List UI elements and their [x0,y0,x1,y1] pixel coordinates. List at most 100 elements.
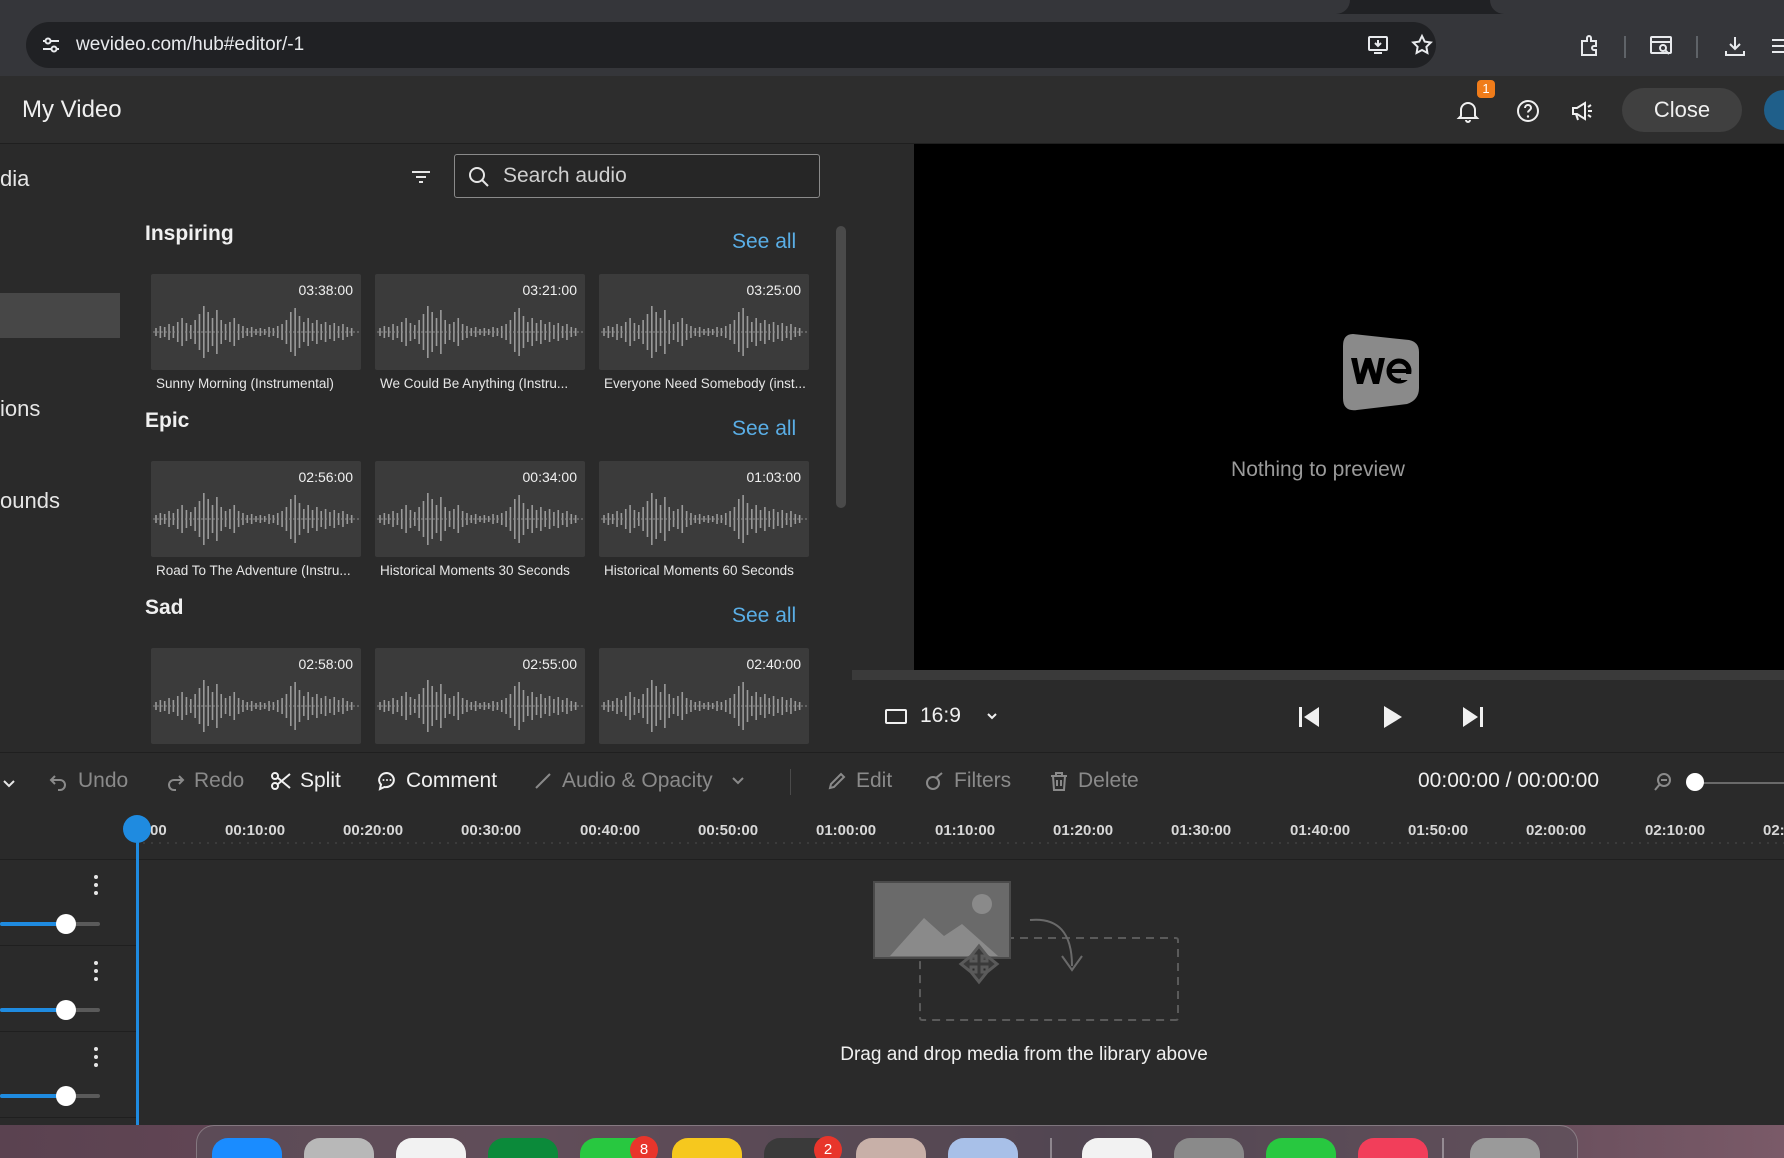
audio-thumbnail[interactable]: 01:03:00 [599,461,809,557]
facetime-app-icon[interactable] [1266,1138,1336,1158]
ruler-tick: 01:30:00 [1171,822,1232,839]
playhead-handle[interactable] [123,815,151,843]
split-button[interactable]: Split [270,769,341,793]
iphone-mirroring-app-icon[interactable] [856,1138,926,1158]
audio-card[interactable]: 02:55:00 [375,648,585,752]
audio-card[interactable]: 02:56:00 Road To The Adventure (Instru..… [151,461,361,581]
search-audio-box[interactable] [454,154,820,198]
app-icon[interactable] [1082,1138,1152,1158]
audio-card[interactable]: 02:40:00 [599,648,809,752]
tab-search-icon[interactable] [1648,33,1674,59]
install-app-icon[interactable] [1366,33,1390,57]
ruler-tick: 01:20:00 [1053,822,1114,839]
ruler-tick: 00:10:00 [225,822,286,839]
duration-label: 02:40:00 [746,656,802,672]
help-icon[interactable] [1515,98,1541,124]
skip-to-start-icon[interactable] [1294,702,1324,732]
audio-card[interactable]: 03:38:00 Sunny Morning (Instrumental) [151,274,361,394]
project-title[interactable]: My Video [22,96,122,124]
search-input[interactable] [503,155,803,197]
audio-thumbnail[interactable]: 03:25:00 [599,274,809,370]
chevron-down-icon[interactable] [2,779,16,789]
bookmark-star-icon[interactable] [1410,33,1434,57]
duration-label: 03:21:00 [522,282,578,298]
nav-item-active[interactable] [0,293,120,338]
waveform-icon [377,493,583,545]
browser-menu-icon[interactable] [1770,33,1784,59]
dock-divider [1442,1138,1444,1158]
downloads-icon[interactable] [1722,33,1748,59]
app-icon[interactable] [1174,1138,1244,1158]
zoom-out-icon[interactable] [1652,771,1674,793]
more-options-icon[interactable] [90,958,102,984]
see-all-sad-link[interactable]: See all [732,604,796,628]
filter-icon[interactable] [408,164,434,190]
comment-button[interactable]: Comment [376,769,497,793]
chevron-down-icon[interactable] [984,708,1000,724]
edit-label: Edit [856,769,893,792]
preview-app-icon[interactable] [948,1138,1018,1158]
redo-button[interactable]: Redo [164,769,244,793]
audio-card[interactable]: 01:03:00 Historical Moments 60 Seconds [599,461,809,581]
extensions-icon[interactable] [1576,33,1602,59]
volume-slider-handle[interactable] [56,914,76,934]
undo-button[interactable]: Undo [48,769,128,793]
avatar[interactable] [1764,90,1784,130]
trash-app-icon[interactable] [1470,1138,1540,1158]
audio-opacity-button[interactable]: Audio & Opacity [532,769,745,793]
see-all-epic-link[interactable]: See all [732,417,796,441]
edit-button[interactable]: Edit [826,769,892,793]
filters-button[interactable]: Filters [924,769,1011,793]
audio-thumbnail[interactable]: 02:56:00 [151,461,361,557]
nav-item-media[interactable]: dia [0,166,29,192]
audio-thumbnail[interactable]: 02:40:00 [599,648,809,744]
launchpad-app-icon[interactable] [304,1138,374,1158]
url-text[interactable]: wevideo.com/hub#editor/-1 [76,34,304,56]
volume-slider-handle[interactable] [56,1000,76,1020]
browser-tab[interactable] [1490,0,1784,14]
play-icon[interactable] [1376,702,1406,732]
site-settings-icon[interactable] [40,34,62,56]
comment-icon [378,771,395,791]
zoom-slider-handle[interactable] [1686,773,1704,791]
audio-card[interactable]: 00:34:00 Historical Moments 30 Seconds [375,461,585,581]
music-app-icon[interactable] [1358,1138,1428,1158]
empty-preview-text: Nothing to preview [1231,458,1405,481]
notes-app-icon[interactable] [672,1138,742,1158]
see-all-inspiring-link[interactable]: See all [732,230,796,254]
audio-thumbnail[interactable]: 00:34:00 [375,461,585,557]
announcements-icon[interactable] [1569,98,1595,124]
zoom-slider-track[interactable] [1694,782,1784,784]
browser-tab-active[interactable] [0,0,1350,14]
video-player[interactable]: Nothing to preview [914,144,1784,670]
ruler-tick: 01:10:00 [935,822,996,839]
audio-card[interactable]: 02:58:00 [151,648,361,752]
nav-item-sounds[interactable]: ounds [0,488,60,514]
playhead-line[interactable] [135,835,139,1125]
timeline-ruler[interactable]: 00 00:10:00 00:20:00 00:30:00 00:40:00 0… [0,810,1784,860]
more-options-icon[interactable] [90,872,102,898]
chrome-app-icon[interactable] [396,1138,466,1158]
address-bar[interactable]: wevideo.com/hub#editor/-1 [26,22,1436,68]
volume-slider-handle[interactable] [56,1086,76,1106]
preview-progress-bar[interactable] [852,670,1784,680]
audio-card[interactable]: 03:21:00 We Could Be Anything (Instru... [375,274,585,394]
audio-thumbnail[interactable]: 02:58:00 [151,648,361,744]
skip-to-end-icon[interactable] [1458,702,1488,732]
delete-button[interactable]: Delete [1048,769,1139,793]
bell-icon[interactable] [1455,98,1481,124]
aspect-ratio-icon[interactable] [884,704,908,728]
timeline-toolbar: Undo Redo Split Comment Audio & Opacity … [0,752,1784,810]
aspect-ratio-select[interactable]: 16:9 [920,704,961,728]
nav-item-transitions[interactable]: ions [0,396,40,422]
audio-thumbnail[interactable]: 03:38:00 [151,274,361,370]
audio-thumbnail[interactable]: 02:55:00 [375,648,585,744]
ruler-tick: 00:50:00 [698,822,759,839]
library-scrollbar[interactable] [836,226,846,508]
line-app-icon[interactable] [488,1138,558,1158]
track-header [0,946,136,1032]
audio-card[interactable]: 03:25:00 Everyone Need Somebody (inst... [599,274,809,394]
finder-app-icon[interactable] [212,1138,282,1158]
close-button[interactable]: Close [1622,88,1742,132]
audio-thumbnail[interactable]: 03:21:00 [375,274,585,370]
